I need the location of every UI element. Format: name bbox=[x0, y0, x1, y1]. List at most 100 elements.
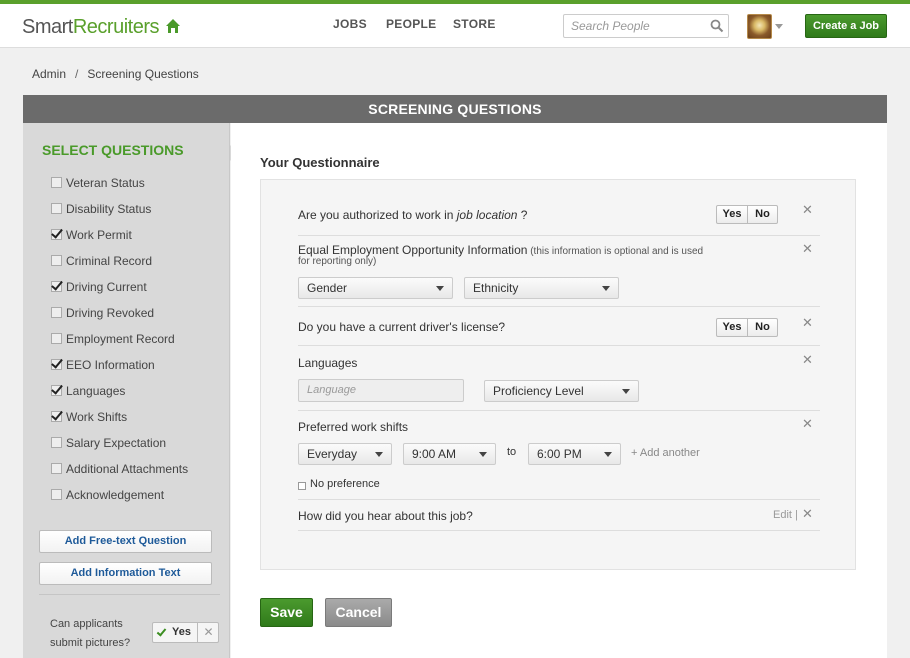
question-checkbox[interactable] bbox=[51, 307, 62, 318]
nav-people[interactable]: PEOPLE bbox=[386, 17, 436, 31]
question-how-did-you-hear: How did you hear about this job? Edit | … bbox=[298, 500, 820, 531]
breadcrumb-current: Screening Questions bbox=[87, 67, 199, 81]
chevron-down-icon bbox=[622, 389, 630, 394]
close-icon[interactable]: ✕ bbox=[802, 353, 813, 366]
question-languages: Languages Language Proficiency Level ✕ bbox=[298, 346, 820, 411]
nav-jobs[interactable]: JOBS bbox=[333, 17, 367, 31]
nav-store[interactable]: STORE bbox=[453, 17, 496, 31]
question-option-label: Driving Revoked bbox=[66, 306, 155, 320]
questionnaire-panel: Your Questionnaire Are you authorized to… bbox=[231, 123, 887, 658]
question-option-label: Acknowledgement bbox=[66, 488, 165, 502]
question-option-label: Veteran Status bbox=[66, 176, 145, 190]
app-header: SmartRecruiters JOBS PEOPLE STORE Create… bbox=[0, 4, 910, 48]
yes-no-toggle: Yes No bbox=[716, 318, 778, 337]
sidebar-title: SELECT QUESTIONS bbox=[42, 142, 184, 158]
smartrecruiters-logo[interactable]: SmartRecruiters bbox=[22, 16, 159, 39]
question-checkbox[interactable] bbox=[51, 385, 62, 396]
yes-button[interactable]: Yes bbox=[717, 206, 748, 223]
question-text: Are you authorized to work in job locati… bbox=[298, 208, 528, 222]
question-option-label: EEO Information bbox=[66, 358, 155, 372]
question-text: Preferred work shifts bbox=[298, 420, 409, 434]
question-checkbox[interactable] bbox=[51, 437, 62, 448]
edit-link[interactable]: Edit | bbox=[773, 509, 798, 521]
question-option-label: Additional Attachments bbox=[66, 462, 189, 476]
shift-start-select[interactable]: 9:00 AM bbox=[403, 443, 496, 465]
question-checkbox[interactable] bbox=[51, 463, 62, 474]
close-icon[interactable]: ✕ bbox=[802, 417, 813, 430]
question-checkbox[interactable] bbox=[51, 411, 62, 422]
search-box bbox=[563, 14, 729, 38]
language-input[interactable]: Language bbox=[298, 379, 464, 402]
question-text: Do you have a current driver's license? bbox=[298, 320, 506, 334]
question-checkbox[interactable] bbox=[51, 333, 62, 344]
question-checkbox[interactable] bbox=[51, 489, 62, 500]
sidebar-divider bbox=[39, 594, 220, 595]
questionnaire-title: Your Questionnaire bbox=[260, 155, 380, 170]
add-information-text-button[interactable]: Add Information Text bbox=[39, 562, 212, 585]
question-option-label: Disability Status bbox=[66, 202, 152, 216]
submit-pictures-label: Can applicants submit pictures? bbox=[50, 618, 131, 649]
question-checkbox[interactable] bbox=[51, 177, 62, 188]
question-checkbox[interactable] bbox=[51, 255, 62, 266]
submit-pictures-no-button[interactable]: ✕ bbox=[199, 623, 218, 642]
cancel-button[interactable]: Cancel bbox=[325, 598, 392, 627]
question-text: Languages bbox=[298, 356, 358, 370]
avatar[interactable] bbox=[747, 14, 772, 39]
save-button[interactable]: Save bbox=[260, 598, 313, 627]
question-work-authorization: Are you authorized to work in job locati… bbox=[298, 193, 820, 236]
yes-button[interactable]: Yes bbox=[717, 319, 748, 336]
question-option-label: Work Permit bbox=[66, 228, 132, 242]
question-checkbox[interactable] bbox=[51, 229, 62, 240]
question-option-label: Criminal Record bbox=[66, 254, 153, 268]
chevron-down-icon bbox=[604, 452, 612, 457]
submit-pictures-toggle: Yes ✕ bbox=[152, 622, 219, 643]
close-icon[interactable]: ✕ bbox=[802, 242, 813, 255]
question-note: for reporting only) bbox=[298, 256, 377, 267]
question-sidebar: SELECT QUESTIONS Veteran Status Disabilit… bbox=[23, 123, 238, 658]
breadcrumb: Admin / Screening Questions bbox=[32, 67, 199, 81]
no-button[interactable]: No bbox=[748, 206, 777, 223]
search-input[interactable] bbox=[564, 15, 704, 37]
breadcrumb-separator: / bbox=[75, 67, 79, 81]
search-icon[interactable] bbox=[710, 19, 724, 33]
shift-end-select[interactable]: 6:00 PM bbox=[528, 443, 621, 465]
checkmark-icon bbox=[156, 626, 167, 637]
question-option-label: Driving Current bbox=[66, 280, 147, 294]
question-text: How did you hear about this job? bbox=[298, 509, 473, 523]
page-title: SCREENING QUESTIONS bbox=[23, 95, 887, 123]
question-option-label: Employment Record bbox=[66, 332, 175, 346]
chevron-down-icon bbox=[436, 286, 444, 291]
close-icon[interactable]: ✕ bbox=[802, 507, 813, 520]
question-checkbox[interactable] bbox=[51, 203, 62, 214]
question-drivers-license: Do you have a current driver's license? … bbox=[298, 307, 820, 346]
chevron-down-icon bbox=[602, 286, 610, 291]
question-checkbox[interactable] bbox=[51, 359, 62, 370]
shift-days-select[interactable]: Everyday bbox=[298, 443, 392, 465]
gender-select[interactable]: Gender bbox=[298, 277, 453, 299]
close-icon[interactable]: ✕ bbox=[802, 316, 813, 329]
add-free-text-question-button[interactable]: Add Free-text Question bbox=[39, 530, 212, 553]
questionnaire-box: Are you authorized to work in job locati… bbox=[260, 179, 856, 570]
submit-pictures-yes-button[interactable]: Yes bbox=[153, 623, 198, 642]
question-work-shifts: Preferred work shifts Everyday 9:00 AM t… bbox=[298, 411, 820, 500]
home-icon[interactable] bbox=[165, 18, 181, 34]
breadcrumb-admin[interactable]: Admin bbox=[32, 67, 66, 81]
question-option-label: Salary Expectation bbox=[66, 436, 167, 450]
chevron-down-icon[interactable] bbox=[775, 24, 783, 29]
no-preference-label: No preference bbox=[310, 478, 380, 490]
close-icon[interactable]: ✕ bbox=[802, 203, 813, 216]
chevron-down-icon bbox=[479, 452, 487, 457]
no-preference-checkbox[interactable] bbox=[298, 482, 306, 490]
question-text: Equal Employment Opportunity Information… bbox=[298, 243, 704, 257]
proficiency-level-select[interactable]: Proficiency Level bbox=[484, 380, 639, 402]
no-button[interactable]: No bbox=[748, 319, 777, 336]
ethnicity-select[interactable]: Ethnicity bbox=[464, 277, 619, 299]
add-another-shift-link[interactable]: + Add another bbox=[631, 447, 700, 459]
question-checkbox[interactable] bbox=[51, 281, 62, 292]
yes-no-toggle: Yes No bbox=[716, 205, 778, 224]
to-label: to bbox=[507, 446, 517, 458]
create-job-button[interactable]: Create a Job bbox=[805, 14, 887, 38]
question-option-label: Work Shifts bbox=[66, 410, 128, 424]
chevron-down-icon bbox=[375, 452, 383, 457]
question-eeo-information: Equal Employment Opportunity Information… bbox=[298, 236, 820, 307]
